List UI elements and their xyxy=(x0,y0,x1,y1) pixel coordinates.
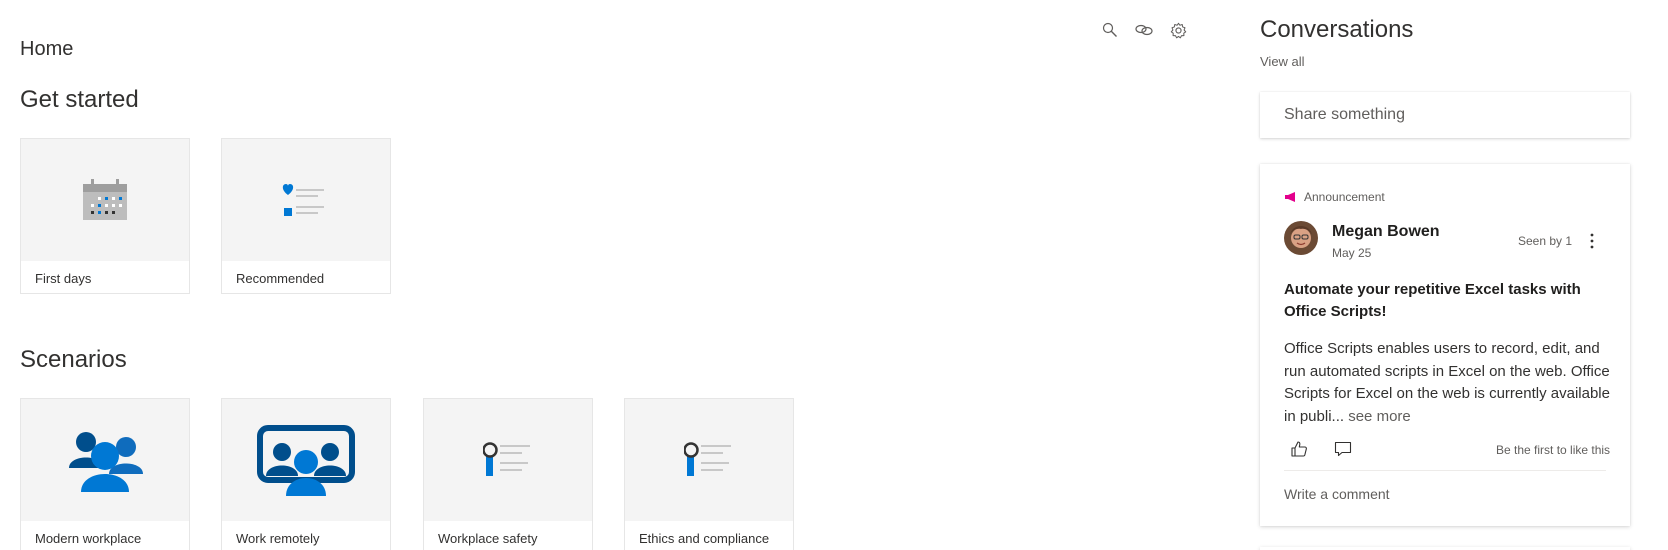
tile-ethics-compliance[interactable]: Ethics and compliance xyxy=(624,398,794,550)
like-icon[interactable] xyxy=(1290,440,1310,460)
recommended-list-icon xyxy=(282,184,324,216)
more-options-icon[interactable] xyxy=(1584,230,1600,252)
tile-first-days[interactable]: First days xyxy=(20,138,190,294)
megaphone-icon xyxy=(1285,192,1295,202)
seen-by-count[interactable]: Seen by 1 xyxy=(1518,234,1572,248)
page-title: Home xyxy=(20,38,74,60)
tile-art xyxy=(21,399,189,521)
tile-workplace-safety[interactable]: Workplace safety xyxy=(423,398,593,550)
tile-modern-workplace[interactable]: Modern workplace xyxy=(20,398,190,550)
scenarios-heading: Scenarios xyxy=(20,346,127,373)
tile-art xyxy=(424,399,592,521)
write-comment-input[interactable]: Write a comment xyxy=(1284,486,1390,502)
conversations-heading: Conversations xyxy=(1260,16,1414,43)
see-more-link[interactable]: see more xyxy=(1348,408,1411,425)
tile-recommended[interactable]: Recommended xyxy=(221,138,391,294)
link-icon[interactable] xyxy=(1134,20,1154,40)
avatar[interactable] xyxy=(1284,221,1318,255)
post-title[interactable]: Automate your repetitive Excel tasks wit… xyxy=(1284,279,1604,323)
toolbar xyxy=(1100,20,1188,40)
post-date: May 25 xyxy=(1332,246,1372,260)
settings-icon[interactable] xyxy=(1168,20,1188,40)
announcement-tag: Announcement xyxy=(1284,190,1385,204)
comment-icon[interactable] xyxy=(1334,440,1354,460)
calendar-icon xyxy=(83,179,127,220)
tile-art xyxy=(222,399,390,521)
tile-work-remotely[interactable]: Work remotely xyxy=(221,398,391,550)
tile-art xyxy=(625,399,793,521)
conversation-card: Announcement Megan Bowen May 25 Seen by … xyxy=(1260,164,1630,526)
tile-label: First days xyxy=(35,271,92,286)
tile-label: Ethics and compliance xyxy=(639,531,770,546)
award-list-icon xyxy=(483,442,530,476)
likes-status: Be the first to like this xyxy=(1496,443,1611,457)
tile-label: Modern workplace xyxy=(35,531,142,546)
post-body-text: Office Scripts enables users to record, … xyxy=(1284,340,1610,425)
view-all-link[interactable]: View all xyxy=(1260,54,1305,69)
post-body: Office Scripts enables users to record, … xyxy=(1284,338,1614,428)
author-name[interactable]: Megan Bowen xyxy=(1332,223,1440,241)
award-list-icon xyxy=(684,442,731,476)
divider xyxy=(1284,470,1606,471)
tile-art xyxy=(222,139,390,261)
remote-meeting-icon xyxy=(257,425,355,496)
tile-label: Work remotely xyxy=(236,531,320,546)
announcement-label: Announcement xyxy=(1304,190,1385,204)
tile-label: Recommended xyxy=(236,271,325,286)
get-started-heading: Get started xyxy=(20,86,139,113)
tile-label: Workplace safety xyxy=(438,531,538,546)
share-something-input[interactable]: Share something xyxy=(1260,92,1630,138)
people-group-icon xyxy=(69,432,143,492)
search-icon[interactable] xyxy=(1100,20,1120,40)
tile-art xyxy=(21,139,189,261)
